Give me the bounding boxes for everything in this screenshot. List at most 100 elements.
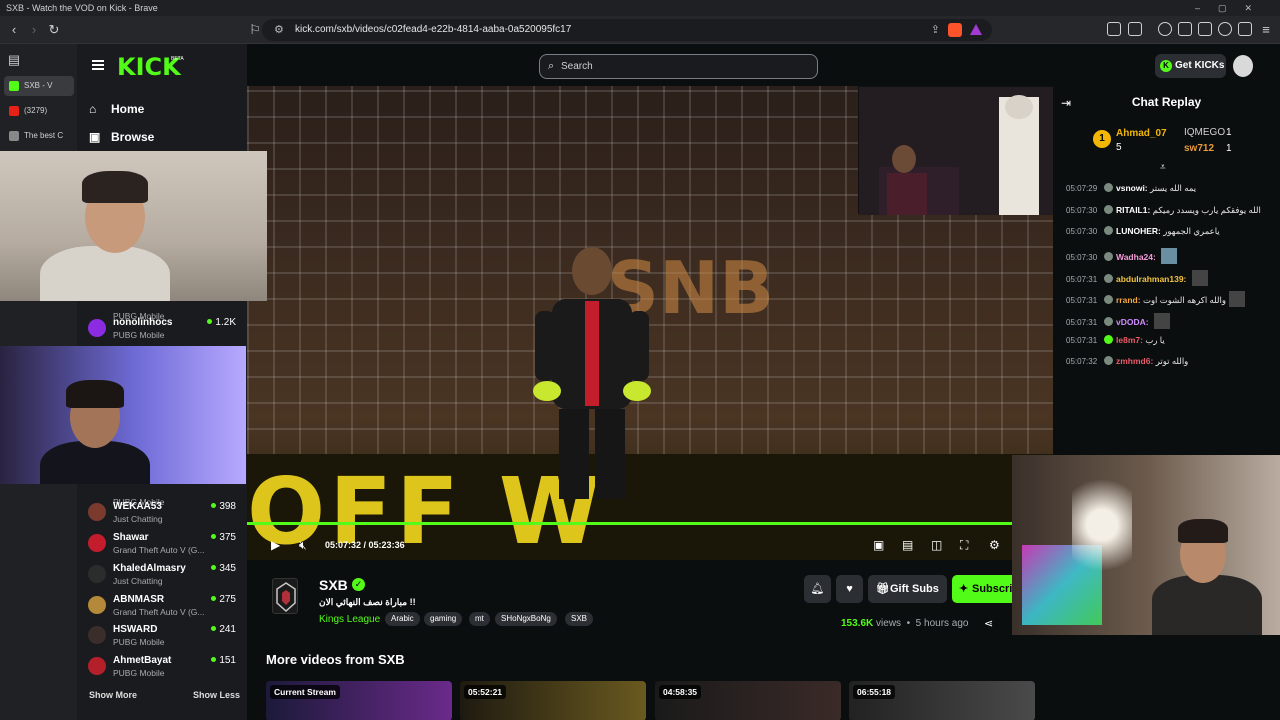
chat-message: 05:07:29 vsnowi: يمه الله يستر xyxy=(1066,183,1197,193)
avatar xyxy=(88,657,106,675)
sidebar-channel[interactable]: HSWARD PUBG Mobile 241 xyxy=(88,624,238,650)
channel-avatar[interactable] xyxy=(272,578,298,614)
video-player[interactable]: SNB OFF W ▶ 🔇︎ 05:07:32 / 05:23:36 ▣ ▤ ◫… xyxy=(247,86,1053,560)
video-thumbnail[interactable]: 05:52:21 xyxy=(460,681,646,720)
gift-subs-button[interactable]: 🎁︎ Gift Subs xyxy=(868,575,947,603)
home-icon: ⌂ xyxy=(89,102,97,116)
top-gifter-badge-icon: 1 xyxy=(1093,130,1111,148)
nav-home[interactable]: ⌂ Home xyxy=(89,102,144,116)
mute-icon[interactable]: 🔇︎ xyxy=(299,538,307,553)
wallet-icon[interactable] xyxy=(1198,22,1212,36)
video-thumbnail[interactable]: 06:55:18 xyxy=(849,681,1035,720)
share-icon[interactable]: ⋖ xyxy=(984,617,993,630)
sidebar-channel[interactable]: Shawar Grand Theft Auto V (G... 375 xyxy=(88,532,238,558)
extensions-icon[interactable] xyxy=(1107,22,1121,36)
nav-browse[interactable]: ▣ Browse xyxy=(89,130,154,144)
bookmark-icon[interactable]: ⚐ xyxy=(247,22,263,38)
search-input[interactable]: ⌕ Search xyxy=(539,54,818,79)
pip-icon[interactable]: ◫ xyxy=(931,538,942,552)
tab-panel-icon[interactable]: ▤ xyxy=(6,52,22,68)
show-more-button[interactable]: Show More xyxy=(89,690,137,700)
user-avatar[interactable] xyxy=(1233,55,1253,77)
progress-bar[interactable] xyxy=(247,522,1053,525)
webcam-overlay xyxy=(0,346,246,484)
tab-kick[interactable]: SXB - V xyxy=(4,76,74,96)
badge-icon xyxy=(1104,274,1113,283)
sidebar-channel[interactable]: ABNMASR Grand Theft Auto V (G... 275 xyxy=(88,594,238,620)
screenshot-icon[interactable] xyxy=(1128,22,1142,36)
expand-leaderboard-icon[interactable]: ⩡ xyxy=(1160,162,1166,173)
leader-name[interactable]: IQMEGO xyxy=(1184,127,1225,138)
sidebar-channel[interactable]: WEKAA53 Just Chatting 398 xyxy=(88,501,238,527)
view-stats: 153.6K views • 5 hours ago xyxy=(841,618,969,629)
tab-label: SXB - V xyxy=(24,81,53,90)
fullscreen-icon[interactable]: ⛶ xyxy=(960,538,968,553)
webcam-overlay xyxy=(0,151,267,301)
brave-shields-icon[interactable] xyxy=(948,23,962,37)
star-icon: ✦ xyxy=(959,583,969,595)
site-info-icon[interactable]: ⚙ xyxy=(274,23,284,36)
category-link[interactable]: Kings League xyxy=(319,614,380,625)
chat-message: 05:07:30 RITAIL1: الله يوفقكم يارب ويسدد … xyxy=(1066,205,1261,215)
subscribe-button[interactable]: ✦ Subscri xyxy=(952,575,1012,603)
avatar xyxy=(88,503,106,521)
badge-icon xyxy=(1104,205,1113,214)
leader-count: 1 xyxy=(1226,127,1232,138)
tag[interactable]: Arabic xyxy=(385,612,420,626)
chat-message: 05:07:31 rrand: والله اكرهه الشوت اوت xyxy=(1066,291,1276,311)
sidebar-channel[interactable]: nonolinhocs PUBG Mobile 1.2K xyxy=(88,317,238,343)
search-placeholder: Search xyxy=(561,61,593,72)
leader-count: 5 xyxy=(1116,142,1122,153)
clip-icon[interactable]: ▤ xyxy=(902,538,913,552)
stream-title: مباراة نصف النهائي الان !! xyxy=(319,597,416,607)
tab-third[interactable]: The best C xyxy=(4,126,74,146)
follow-heart-icon[interactable]: ♥ xyxy=(836,575,863,603)
tag[interactable]: mt xyxy=(469,612,490,626)
tag[interactable]: SXB xyxy=(565,612,594,626)
video-thumbnail[interactable]: Current Stream xyxy=(266,681,452,720)
brave-rewards-icon[interactable] xyxy=(970,24,982,35)
show-less-button[interactable]: Show Less xyxy=(193,690,240,700)
sidebar-channel[interactable]: KhaledAlmasry Just Chatting 345 xyxy=(88,563,238,589)
tag[interactable]: gaming xyxy=(424,612,463,626)
leader-count: 1 xyxy=(1226,143,1232,154)
address-bar[interactable]: ⚙ kick.com/sxb/videos/c02fead4-e22b-4814… xyxy=(262,19,992,41)
sidebar-icon[interactable] xyxy=(1178,22,1192,36)
share-icon[interactable]: ⇪ xyxy=(931,23,940,36)
avatar xyxy=(88,626,106,644)
leo-ai-icon[interactable] xyxy=(1218,22,1232,36)
reload-icon[interactable]: ↻ xyxy=(46,22,62,38)
kicks-coin-icon: K xyxy=(1160,60,1172,72)
channel-crest-icon xyxy=(276,582,296,613)
url-text: kick.com/sxb/videos/c02fead4-e22b-4814-a… xyxy=(295,24,572,35)
forward-icon[interactable]: › xyxy=(26,22,42,38)
picture-in-picture-feed xyxy=(858,86,1053,215)
video-thumbnail[interactable]: 04:58:35 xyxy=(655,681,841,720)
chat-message: 05:07:31 abdulrahman139: xyxy=(1066,270,1276,290)
tag[interactable]: SHoNgxBoNg xyxy=(495,612,557,626)
window-controls[interactable]: –▢✕ xyxy=(1195,0,1270,16)
emote-icon xyxy=(1228,291,1245,307)
leader-name[interactable]: sw712 xyxy=(1184,143,1214,154)
tab-youtube[interactable]: (3279) xyxy=(4,101,74,121)
chat-message: 05:07:31 le8m7: يا رب xyxy=(1066,335,1165,345)
hamburger-menu-icon[interactable] xyxy=(92,60,104,70)
play-icon[interactable]: ▶ xyxy=(271,538,280,552)
sidebar-channel[interactable]: AhmetBayat PUBG Mobile 151 xyxy=(88,655,238,681)
channel-name[interactable]: SXB xyxy=(319,577,348,593)
chat-title: Chat Replay xyxy=(1131,95,1202,109)
menu-icon[interactable]: ≡ xyxy=(1258,22,1274,38)
notification-bell-icon[interactable]: 🔔︎ xyxy=(804,575,831,603)
avatar xyxy=(88,319,106,337)
theater-icon[interactable]: ▣ xyxy=(873,538,884,552)
vpn-icon[interactable] xyxy=(1238,22,1252,36)
badge-icon xyxy=(1104,335,1113,344)
kick-favicon-icon xyxy=(9,81,19,91)
back-icon[interactable]: ‹ xyxy=(6,22,22,38)
get-kicks-button[interactable]: K Get KICKs xyxy=(1155,54,1226,78)
music-icon[interactable] xyxy=(1158,22,1172,36)
studio-feed xyxy=(859,87,1053,215)
settings-icon[interactable]: ⚙ xyxy=(989,538,1000,552)
window-titlebar: SXB - Watch the VOD on Kick - Brave –▢✕ xyxy=(0,0,1280,16)
leader-name[interactable]: Ahmad_07 xyxy=(1116,128,1167,139)
